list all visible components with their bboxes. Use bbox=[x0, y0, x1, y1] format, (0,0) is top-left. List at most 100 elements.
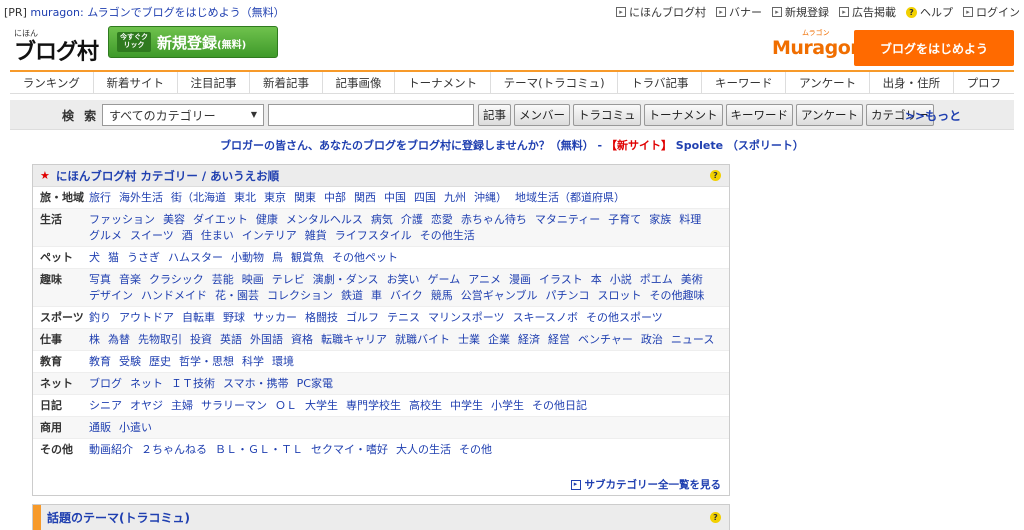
top-link-help[interactable]: ? ヘルプ bbox=[906, 4, 953, 20]
category-link[interactable]: 公営ギャンブル bbox=[461, 288, 538, 304]
category-link[interactable]: インテリア bbox=[242, 228, 297, 244]
category-link[interactable]: 哲学・思想 bbox=[179, 354, 234, 370]
category-link[interactable]: 環境 bbox=[272, 354, 294, 370]
top-link-advertise[interactable]: ▸ 広告掲載 bbox=[839, 4, 896, 20]
category-link[interactable]: クラシック bbox=[149, 272, 204, 288]
category-link[interactable]: ＯＬ bbox=[275, 398, 297, 414]
category-link[interactable]: 資格 bbox=[291, 332, 313, 348]
category-link[interactable]: お笑い bbox=[387, 272, 420, 288]
tab-theme[interactable]: テーマ(トラコミュ) bbox=[491, 72, 619, 93]
category-link[interactable]: 東京 bbox=[264, 190, 286, 206]
top-link-nihonblogmura[interactable]: ▸ にほんブログ村 bbox=[616, 4, 706, 20]
category-link[interactable]: 中学生 bbox=[450, 398, 483, 414]
category-link[interactable]: 関西 bbox=[354, 190, 376, 206]
category-link[interactable]: ＩＴ技術 bbox=[171, 376, 215, 392]
category-link[interactable]: その他スポーツ bbox=[586, 310, 663, 326]
category-link[interactable]: 病気 bbox=[371, 212, 393, 228]
category-link[interactable]: 観賞魚 bbox=[291, 250, 324, 266]
category-link[interactable]: 転職キャリア bbox=[321, 332, 387, 348]
category-link[interactable]: 投資 bbox=[190, 332, 212, 348]
all-subcategories-link[interactable]: ▸ サブカテゴリー全一覧を見る bbox=[570, 477, 721, 492]
tab-keyword[interactable]: キーワード bbox=[702, 72, 787, 93]
tab-featured-posts[interactable]: 注目記事 bbox=[178, 72, 251, 93]
category-link[interactable]: PC家電 bbox=[297, 376, 333, 392]
category-link[interactable]: ゴルフ bbox=[346, 310, 379, 326]
tab-hometown[interactable]: 出身・住所 bbox=[870, 72, 954, 93]
category-link[interactable]: 主婦 bbox=[171, 398, 193, 414]
category-link[interactable]: 芸能 bbox=[212, 272, 234, 288]
category-link[interactable]: スキースノボ bbox=[513, 310, 578, 326]
category-link[interactable]: 家族 bbox=[649, 212, 671, 228]
category-link[interactable]: ファッション bbox=[89, 212, 155, 228]
category-link[interactable]: シニア bbox=[89, 398, 122, 414]
category-link[interactable]: 士業 bbox=[458, 332, 480, 348]
category-link[interactable]: 猫 bbox=[108, 250, 119, 266]
search-tracomu-button[interactable]: トラコミュ bbox=[573, 104, 641, 126]
category-link[interactable]: 大学生 bbox=[305, 398, 338, 414]
category-link[interactable]: 住まい bbox=[201, 228, 234, 244]
category-link[interactable]: 専門学校生 bbox=[346, 398, 401, 414]
category-link[interactable]: 旅行 bbox=[89, 190, 111, 206]
category-link[interactable]: オヤジ bbox=[130, 398, 163, 414]
category-link[interactable]: ニュース bbox=[671, 332, 714, 348]
category-link[interactable]: ＢＬ・ＧＬ・ＴＬ bbox=[215, 442, 303, 458]
category-link[interactable]: グルメ bbox=[89, 228, 122, 244]
category-link[interactable]: サラリーマン bbox=[201, 398, 267, 414]
category-link[interactable]: 為替 bbox=[108, 332, 130, 348]
category-link[interactable]: 野球 bbox=[223, 310, 245, 326]
category-link[interactable]: スロット bbox=[597, 288, 641, 304]
category-link[interactable]: デザイン bbox=[89, 288, 133, 304]
category-link[interactable]: サッカー bbox=[253, 310, 297, 326]
muragon-logo[interactable]: ムラゴン Muragon bbox=[772, 28, 864, 64]
category-link[interactable]: ハンドメイド bbox=[141, 288, 207, 304]
category-link[interactable]: テニス bbox=[387, 310, 420, 326]
spolete-link[interactable]: Spolete （スポリート） bbox=[672, 139, 804, 152]
category-link[interactable]: その他生活 bbox=[420, 228, 475, 244]
category-link[interactable]: 小遣い bbox=[119, 420, 152, 436]
category-link[interactable]: スイーツ bbox=[130, 228, 174, 244]
help-icon[interactable]: ? bbox=[710, 512, 721, 523]
category-link[interactable]: 科学 bbox=[242, 354, 264, 370]
category-link[interactable]: ハムスター bbox=[168, 250, 223, 266]
category-link[interactable]: 高校生 bbox=[409, 398, 442, 414]
category-link[interactable]: 関東 bbox=[294, 190, 316, 206]
tab-trackback[interactable]: トラバ記事 bbox=[618, 72, 703, 93]
category-link[interactable]: 四国 bbox=[414, 190, 436, 206]
search-tournament-button[interactable]: トーナメント bbox=[643, 104, 723, 126]
top-link-register[interactable]: ▸ 新規登録 bbox=[772, 4, 829, 20]
category-link[interactable]: 教育 bbox=[89, 354, 111, 370]
category-link[interactable]: バイク bbox=[390, 288, 423, 304]
category-link[interactable]: 自転車 bbox=[182, 310, 215, 326]
category-link[interactable]: アウトドア bbox=[119, 310, 174, 326]
category-link[interactable]: 動画紹介 bbox=[89, 442, 133, 458]
category-link[interactable]: 先物取引 bbox=[138, 332, 182, 348]
register-banner[interactable]: 今すぐクリック 新規登録(無料) bbox=[108, 26, 278, 58]
help-icon[interactable]: ? bbox=[710, 170, 721, 181]
category-link[interactable]: 鳥 bbox=[272, 250, 283, 266]
tab-new-sites[interactable]: 新着サイト bbox=[94, 72, 178, 93]
category-link[interactable]: 美術 bbox=[681, 272, 703, 288]
tab-post-images[interactable]: 記事画像 bbox=[323, 72, 396, 93]
search-survey-button[interactable]: アンケート bbox=[796, 104, 864, 126]
category-link[interactable]: 鉄道 bbox=[341, 288, 363, 304]
category-link[interactable]: 子育て bbox=[608, 212, 641, 228]
category-link[interactable]: ゲーム bbox=[428, 272, 461, 288]
category-link[interactable]: 赤ちゃん待ち bbox=[461, 212, 527, 228]
start-blog-button[interactable]: ブログをはじめよう bbox=[854, 30, 1014, 66]
category-link[interactable]: 釣り bbox=[89, 310, 111, 326]
category-link[interactable]: 通販 bbox=[89, 420, 111, 436]
category-link[interactable]: 受験 bbox=[119, 354, 141, 370]
category-link[interactable]: 外国語 bbox=[250, 332, 283, 348]
category-link[interactable]: マリンスポーツ bbox=[428, 310, 505, 326]
tab-new-posts[interactable]: 新着記事 bbox=[250, 72, 323, 93]
category-link[interactable]: 企業 bbox=[488, 332, 510, 348]
category-link[interactable]: 政治 bbox=[641, 332, 663, 348]
category-link[interactable]: 海外生活 bbox=[119, 190, 163, 206]
category-link[interactable]: ポエム bbox=[640, 272, 673, 288]
category-link[interactable]: 地域生活（都道府県） bbox=[515, 190, 625, 206]
top-link-banner[interactable]: ▸ バナー bbox=[716, 4, 762, 20]
category-link[interactable]: 経済 bbox=[518, 332, 540, 348]
category-link[interactable]: 映画 bbox=[242, 272, 264, 288]
category-link[interactable]: 経営 bbox=[548, 332, 570, 348]
search-members-button[interactable]: メンバー bbox=[514, 104, 570, 126]
